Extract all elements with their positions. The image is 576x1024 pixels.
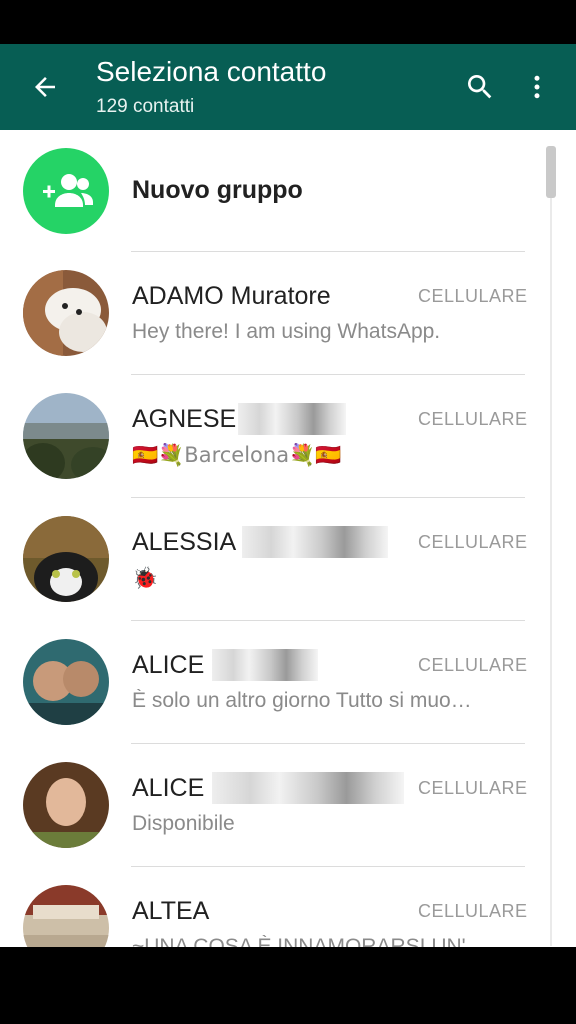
contact-status: 🐞 (132, 566, 159, 590)
contact-status: Disponibile (132, 812, 235, 835)
screen: Seleziona contatto 129 contatti Nuovo gr… (0, 0, 576, 1024)
group-add-icon (43, 174, 93, 207)
contact-avatar (23, 270, 109, 356)
back-button[interactable] (18, 64, 72, 110)
contact-type: CELLULARE (418, 655, 528, 675)
search-button[interactable] (456, 64, 504, 110)
more-options-button[interactable] (514, 64, 560, 110)
page-title: Seleziona contatto (96, 56, 327, 87)
contact-avatar (23, 762, 109, 848)
contact-name: ADAMO Muratore (132, 282, 331, 310)
contact-name: ALESSIA (132, 528, 237, 556)
contact-row[interactable]: ALTEA CELLULARE ~UNA COSA È INNAMORARSI … (0, 867, 540, 947)
contact-avatar (23, 393, 109, 479)
contact-type: CELLULARE (418, 286, 528, 306)
contact-type: CELLULARE (418, 532, 528, 552)
redacted-surname (212, 772, 404, 804)
contact-status: ~UNA COSA È INNAMORARSI UN' (132, 935, 466, 947)
redacted-surname (242, 526, 388, 558)
contact-row[interactable]: ALICE CELLULARE È solo un altro giorno T… (0, 621, 540, 743)
app-bar: Seleziona contatto 129 contatti (0, 44, 576, 130)
contact-avatar (23, 639, 109, 725)
arrow-back-icon (35, 77, 55, 97)
contact-row[interactable]: ALESSIA CELLULARE 🐞 (0, 498, 540, 620)
contact-type: CELLULARE (418, 778, 528, 798)
new-group-label: Nuovo gruppo (132, 176, 303, 204)
more-vert-icon (534, 75, 540, 99)
search-icon (468, 75, 492, 99)
contact-avatar (23, 516, 109, 602)
redacted-surname (238, 403, 346, 435)
contact-row[interactable]: ALICE CELLULARE Disponibile (0, 744, 540, 866)
contact-status: 🇪🇸💐Barcelona💐🇪🇸 (132, 443, 342, 467)
contact-name: ALTEA (132, 897, 210, 925)
contact-row[interactable]: ADAMO Muratore CELLULARE Hey there! I am… (0, 252, 540, 374)
status-bar (0, 0, 576, 44)
contact-type: CELLULARE (418, 409, 528, 429)
new-group-item[interactable]: Nuovo gruppo (0, 130, 540, 252)
contact-list[interactable]: Nuovo gruppo ADAMO Muratore CELLULARE He… (0, 130, 576, 947)
new-group-avatar (23, 148, 109, 234)
navigation-bar (0, 947, 576, 1024)
contact-status: Hey there! I am using WhatsApp. (132, 320, 441, 343)
contact-name: ALICE (132, 774, 205, 802)
contact-name: ALICE (132, 651, 205, 679)
contact-count: 129 contatti (96, 96, 195, 117)
contact-status: È solo un altro giorno Tutto si muo… (132, 689, 472, 712)
contact-type: CELLULARE (418, 901, 528, 921)
contact-avatar (23, 885, 109, 947)
scroll-track (550, 146, 552, 946)
scrollbar-thumb[interactable] (546, 146, 556, 198)
redacted-surname (212, 649, 318, 681)
contact-name: AGNESE (132, 405, 237, 433)
contact-row[interactable]: AGNESE CELLULARE 🇪🇸💐Barcelona💐🇪🇸 (0, 375, 540, 497)
